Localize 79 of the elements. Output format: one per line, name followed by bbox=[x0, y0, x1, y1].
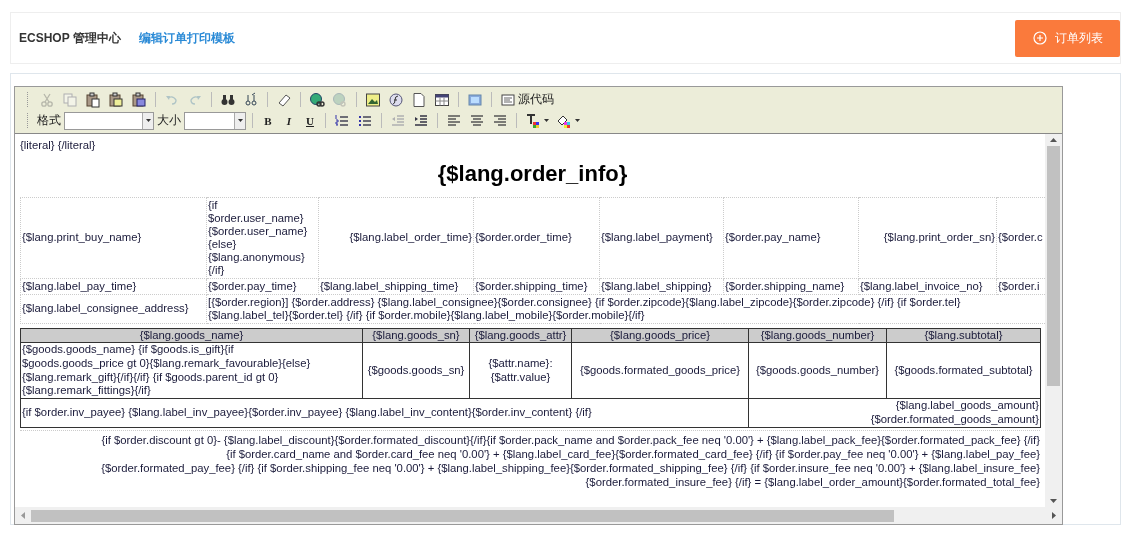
outdent-icon bbox=[390, 112, 406, 129]
table-cell: {$goods.goods_name} {if $goods.is_gift}{if $goods.goods_price gt 0}{$lang.remark_favourable}{else} {$lang.remark_gift}{/if}{/if} {if $goods.parent_id gt 0} {$lang.remark_fittings}{/if} bbox=[20, 342, 363, 399]
fee-formula-line: {if $order.card_name and $order.card_fee neq '0.00'} + {$lang.label_card_fee}{$order.formated_card_fee} {/if} {if $order.pay_fee neq '0.00'} + {$lang.label_pay_fee} bbox=[225, 446, 1040, 461]
template-title: {$lang.order_info} bbox=[436, 161, 629, 187]
plus-circle-icon bbox=[1032, 31, 1047, 45]
indent-icon bbox=[413, 112, 429, 129]
dropdown-arrow-icon bbox=[237, 119, 243, 122]
paste-text-button[interactable] bbox=[106, 89, 126, 110]
image-icon bbox=[365, 91, 381, 108]
caret-icon bbox=[544, 119, 549, 122]
underline-button[interactable]: U bbox=[301, 110, 319, 131]
text-color-icon bbox=[525, 112, 541, 129]
column-header: {$lang.goods_number} bbox=[748, 328, 887, 343]
paste-button[interactable] bbox=[83, 89, 103, 110]
column-header: {$lang.goods_price} bbox=[571, 328, 749, 343]
table-cell: {$lang.print_order_sn} bbox=[858, 197, 997, 279]
clipboard-icon bbox=[131, 91, 147, 108]
table-cell: {$lang.label_payment} bbox=[599, 197, 724, 279]
globe-icon bbox=[332, 91, 348, 108]
table-cell: {$lang.label_order_time} bbox=[318, 197, 474, 279]
table-cell: {$lang.label_goods_amount} {$order.formated_goods_amount} bbox=[748, 398, 1041, 428]
source-button[interactable]: 源代码 bbox=[498, 89, 556, 110]
table-cell: {$order.pay_name} bbox=[723, 197, 859, 279]
fee-formula-line: {$order.formated_pay_fee} {/if} {if $order.shipping_fee neq '0.00'} + {$lang.label_shipping_fee}{$order.formated_shipping_fee} {/if} {if $order.insure_fee neq '0.00'} + {$lang.label_insure_fee} bbox=[100, 460, 1040, 475]
numbered-list-icon bbox=[334, 112, 350, 129]
align-center-icon bbox=[469, 112, 485, 129]
app-title: ECSHOP 管理中心 bbox=[19, 29, 121, 47]
select-label: 格式 bbox=[37, 112, 61, 129]
table-cell: {if $order.inv_payee} {$lang.label_inv_payee}{$order.inv_payee} {$lang.label_inv_content}{$order.inv_content} {/if} bbox=[20, 398, 749, 428]
table-cell: {$goods.formated_goods_price} bbox=[571, 342, 749, 399]
table-cell: {$lang.label_invoice_no} bbox=[858, 278, 997, 295]
table-cell: {$attr.name}: {$attr.value} bbox=[469, 342, 572, 399]
scroll-up-icon bbox=[1050, 138, 1057, 142]
copy-icon bbox=[62, 91, 78, 108]
align-right-icon bbox=[492, 112, 508, 129]
table-cell: {$lang.label_shipping_time} bbox=[318, 278, 474, 295]
format-select[interactable] bbox=[64, 111, 154, 130]
table-cell: {$order.shipping_name} bbox=[723, 278, 859, 295]
scissors-icon bbox=[39, 91, 55, 108]
scroll-right-icon bbox=[1052, 512, 1056, 519]
scroll-left-icon bbox=[21, 512, 25, 519]
column-header: {$lang.goods_sn} bbox=[362, 328, 470, 343]
italic-button[interactable]: I bbox=[280, 110, 298, 131]
window-icon bbox=[467, 91, 483, 108]
table-cell: {$goods.goods_number} bbox=[748, 342, 887, 399]
caret-icon bbox=[575, 119, 580, 122]
table-cell: {if $order.user_name} {$order.user_name} {else} {$lang.anonymous} {/if} bbox=[206, 197, 319, 279]
select-label: 大小 bbox=[157, 112, 181, 129]
clipboard-icon bbox=[85, 91, 101, 108]
document-icon bbox=[500, 91, 516, 108]
table-cell: {$goods.formated_subtotal} bbox=[886, 342, 1041, 399]
column-header: {$lang.subtotal} bbox=[886, 328, 1041, 343]
table-cell: {$goods.goods_sn} bbox=[362, 342, 470, 399]
table-icon bbox=[434, 91, 450, 108]
vertical-scrollbar[interactable] bbox=[1045, 134, 1062, 507]
table-cell: {$order.order_time} bbox=[473, 197, 600, 279]
scroll-down-icon bbox=[1050, 499, 1057, 503]
literal-tag: {literal} {/literal} bbox=[20, 139, 1045, 155]
table-cell: {$lang.label_consignee_address} bbox=[20, 294, 207, 324]
align-left-icon bbox=[446, 112, 462, 129]
dropdown-arrow-icon bbox=[145, 119, 151, 122]
column-header: {$lang.goods_name} bbox=[20, 328, 363, 343]
table-cell: {$order.shipping_time} bbox=[473, 278, 600, 295]
fee-formula-line: {$order.formated_insure_fee} {/if} = {$lang.label_order_amount}{$order.formated_total_fee} bbox=[584, 474, 1040, 490]
page-link[interactable]: 编辑订单打印模板 bbox=[138, 29, 235, 47]
replace-icon bbox=[243, 91, 259, 108]
table-cell: {$lang.label_pay_time} bbox=[20, 278, 207, 295]
column-header: {$lang.goods_attr} bbox=[469, 328, 572, 343]
table-cell: {$lang.label_shipping} bbox=[599, 278, 724, 295]
fee-formula-line: {if $order.discount gt 0}- {$lang.label_discount}{$order.formated_discount}{/if}{if $order.pack_name and $order.pack_fee neq '0.00'} + {$lang.label_pack_fee}{$order.formated_pack_fee} {/if} bbox=[100, 432, 1040, 447]
circle-icon bbox=[388, 91, 404, 108]
paste-word-button[interactable] bbox=[129, 89, 149, 110]
horizontal-scrollbar[interactable] bbox=[15, 507, 1062, 524]
bold-button[interactable]: B bbox=[259, 110, 277, 131]
table-cell: {$order.pay_time} bbox=[206, 278, 319, 295]
table-cell: {$lang.print_buy_name} bbox=[20, 197, 207, 279]
globe-icon bbox=[309, 91, 325, 108]
page-icon bbox=[411, 91, 427, 108]
clipboard-icon bbox=[108, 91, 124, 108]
